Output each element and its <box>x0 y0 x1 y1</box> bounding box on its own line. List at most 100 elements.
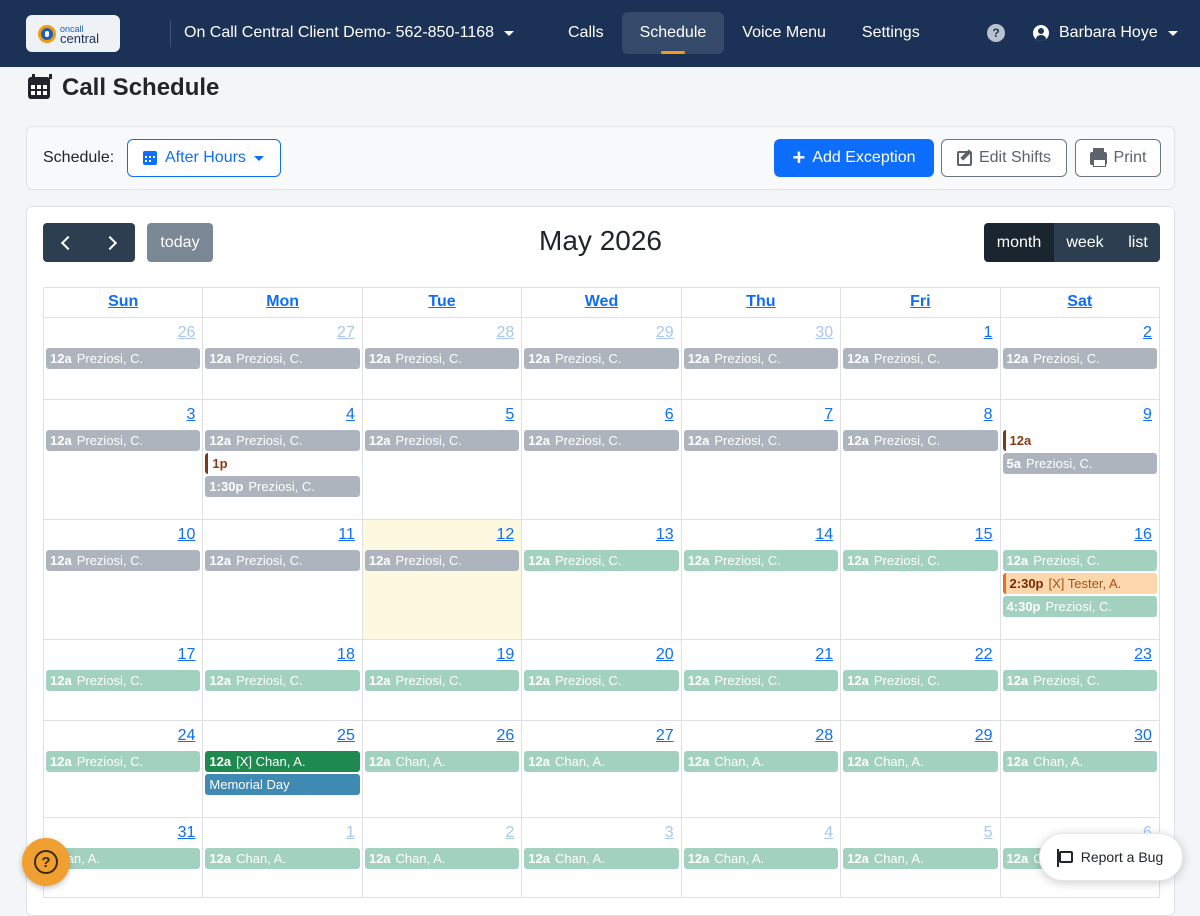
day-cell[interactable]: 27 12a Preziosi, C. <box>203 318 363 400</box>
day-cell[interactable]: 6 12a Preziosi, C. <box>522 400 682 520</box>
weekday-header-fri[interactable]: Fri <box>841 288 1001 318</box>
day-number[interactable]: 21 <box>684 646 838 668</box>
day-cell[interactable]: 19 12a Preziosi, C. <box>362 640 523 721</box>
calendar-event[interactable]: 12a Preziosi, C. <box>1002 348 1157 369</box>
weekday-header-mon[interactable]: Mon <box>203 288 363 318</box>
calendar-event[interactable]: 12a Preziosi, C. <box>843 550 998 571</box>
day-number[interactable]: 20 <box>524 646 678 668</box>
day-cell[interactable]: 1 12a Preziosi, C. <box>841 318 1001 400</box>
weekday-header-sat[interactable]: Sat <box>1000 288 1160 318</box>
day-cell[interactable]: 18 12a Preziosi, C. <box>203 640 363 721</box>
calendar-event[interactable]: 12a Chan, A. <box>1002 751 1157 772</box>
day-number[interactable]: 3 <box>46 406 200 428</box>
calendar-event[interactable]: 12a Preziosi, C. <box>205 430 360 451</box>
day-number[interactable]: 4 <box>684 824 838 846</box>
calendar-event[interactable]: 12a Preziosi, C. <box>46 670 201 691</box>
day-number[interactable]: 26 <box>46 324 200 346</box>
print-button[interactable]: Print <box>1075 139 1161 177</box>
calendar-event[interactable]: 12a Preziosi, C. <box>46 430 201 451</box>
calendar-event[interactable]: 12a Preziosi, C. <box>46 751 201 772</box>
nav-schedule[interactable]: Schedule <box>621 12 725 54</box>
calendar-event[interactable]: 12a Preziosi, C. <box>1002 670 1157 691</box>
day-number[interactable]: 10 <box>46 526 200 548</box>
day-cell[interactable]: 3 12a Preziosi, C. <box>44 400 204 520</box>
day-number[interactable]: 11 <box>205 526 359 548</box>
calendar-event[interactable]: 12a Chan, A. <box>524 751 679 772</box>
calendar-event[interactable]: 12a Chan, A. <box>843 848 998 869</box>
calendar-event[interactable]: 1p Chan, A. <box>205 453 359 474</box>
nav-settings[interactable]: Settings <box>844 12 938 54</box>
calendar-event[interactable]: 12a Chan, A. <box>524 848 679 869</box>
calendar-event[interactable]: 12a Preziosi, C. <box>205 348 360 369</box>
day-number[interactable]: 1 <box>205 824 359 846</box>
day-cell[interactable]: 22 12a Preziosi, C. <box>841 640 1001 721</box>
view-list-button[interactable]: list <box>1116 223 1160 262</box>
day-number[interactable]: 24 <box>46 727 200 749</box>
calendar-event[interactable]: 12a Preziosi, C. <box>364 348 520 369</box>
day-cell[interactable]: 20 12a Preziosi, C. <box>522 640 682 721</box>
calendar-event[interactable]: 12a Preziosi, C. <box>1002 550 1157 571</box>
calendar-event[interactable]: 12a Preziosi, C. <box>683 550 839 571</box>
day-number[interactable]: 16 <box>1003 526 1157 548</box>
calendar-event[interactable]: 12a Preziosi, C. <box>843 348 998 369</box>
day-cell[interactable]: 1 12a Chan, A. <box>203 818 363 898</box>
day-cell-today[interactable]: 12 12a Preziosi, C. <box>362 520 523 640</box>
day-cell[interactable]: 30 12a Preziosi, C. <box>681 318 842 400</box>
day-cell[interactable]: 26 12a Preziosi, C. <box>44 318 204 400</box>
calendar-event[interactable]: 12a Preziosi, C. <box>843 430 998 451</box>
calendar-event[interactable]: 12a Preziosi, C. <box>524 550 679 571</box>
calendar-event[interactable]: 12a Preziosi, C. <box>46 550 201 571</box>
view-week-button[interactable]: week <box>1054 223 1116 262</box>
day-number[interactable]: 27 <box>205 324 359 346</box>
day-number[interactable]: 29 <box>524 324 678 346</box>
schedule-select-dropdown[interactable]: After Hours <box>127 139 281 177</box>
day-number[interactable]: 3 <box>524 824 678 846</box>
day-number[interactable]: 30 <box>684 324 838 346</box>
nav-calls[interactable]: Calls <box>550 12 622 54</box>
day-cell[interactable]: 14 12a Preziosi, C. <box>681 520 842 640</box>
day-number[interactable]: 22 <box>843 646 997 668</box>
add-exception-button[interactable]: + Add Exception <box>774 139 934 177</box>
day-cell[interactable]: 27 12a Chan, A. <box>522 721 682 818</box>
calendar-event[interactable]: 12a Preziosi, C. <box>364 430 520 451</box>
calendar-event[interactable]: 12a Preziosi, C. <box>683 348 839 369</box>
day-cell[interactable]: 23 12a Preziosi, C. <box>1000 640 1160 721</box>
day-number[interactable]: 18 <box>205 646 359 668</box>
calendar-event[interactable]: 12a Preziosi, C. <box>683 670 839 691</box>
day-number[interactable]: 27 <box>524 727 678 749</box>
day-cell[interactable]: 2 12a Chan, A. <box>362 818 523 898</box>
day-cell[interactable]: 16 12a Preziosi, C. 2:30p [X] Tester, A. 4:30… <box>1000 520 1160 640</box>
calendar-event[interactable]: 12a Preziosi, C. <box>46 348 201 369</box>
day-cell[interactable]: 28 12a Preziosi, C. <box>362 318 523 400</box>
day-number[interactable]: 7 <box>684 406 838 428</box>
calendar-event[interactable]: 4:30p Preziosi, C. <box>1002 596 1157 617</box>
day-number[interactable]: 9 <box>1003 406 1157 428</box>
calendar-event[interactable]: 12a Chan, A. <box>683 751 839 772</box>
day-cell[interactable]: 26 12a Chan, A. <box>362 721 523 818</box>
day-number[interactable]: 28 <box>684 727 838 749</box>
edit-shifts-button[interactable]: Edit Shifts <box>941 139 1067 177</box>
day-cell[interactable]: 5 12a Preziosi, C. <box>362 400 523 520</box>
day-number[interactable]: 5 <box>843 824 997 846</box>
day-number[interactable]: 13 <box>524 526 678 548</box>
weekday-header-thu[interactable]: Thu <box>681 288 842 318</box>
weekday-header-sun[interactable]: Sun <box>44 288 204 318</box>
day-cell[interactable]: 15 12a Preziosi, C. <box>841 520 1001 640</box>
calendar-event[interactable]: 12a Chan, A. <box>683 848 839 869</box>
day-number[interactable]: 26 <box>365 727 519 749</box>
day-cell[interactable]: 2 12a Preziosi, C. <box>1000 318 1160 400</box>
day-cell[interactable]: 25 12a [X] Chan, A. Memorial Day <box>203 721 363 818</box>
day-cell[interactable]: 10 12a Preziosi, C. <box>44 520 204 640</box>
day-number[interactable]: 14 <box>684 526 838 548</box>
calendar-event[interactable]: 12a Preziosi, C. <box>524 430 679 451</box>
help-fab[interactable]: ? <box>22 838 70 886</box>
help-circle-icon[interactable]: ? <box>987 24 1005 42</box>
calendar-event[interactable]: 1:30p Preziosi, C. <box>205 476 360 497</box>
report-bug-button[interactable]: Report a Bug <box>1039 833 1183 881</box>
calendar-event[interactable]: 12a Preziosi, C. <box>843 670 998 691</box>
day-cell[interactable]: 3 12a Chan, A. <box>522 818 682 898</box>
calendar-event[interactable]: 12a Chan, A. <box>205 848 360 869</box>
day-cell[interactable]: 30 12a Chan, A. <box>1000 721 1160 818</box>
day-number[interactable]: 6 <box>524 406 678 428</box>
day-number[interactable]: 2 <box>365 824 519 846</box>
